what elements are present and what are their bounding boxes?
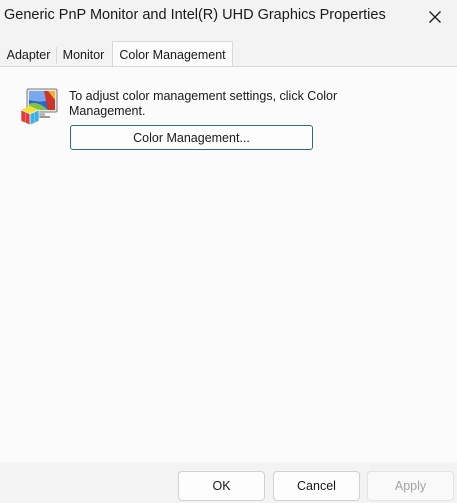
color-management-description: To adjust color management settings, cli… <box>69 89 338 118</box>
tab-adapter[interactable]: Adapter <box>2 45 55 65</box>
tab-color-management[interactable]: Color Management <box>112 41 233 67</box>
close-button[interactable] <box>413 0 457 33</box>
tab-monitor[interactable]: Monitor <box>57 45 110 65</box>
color-management-panel: To adjust color management settings, cli… <box>0 66 457 462</box>
close-icon <box>429 10 441 23</box>
apply-button[interactable]: Apply <box>367 471 454 501</box>
title-bar: Generic PnP Monitor and Intel(R) UHD Gra… <box>0 0 457 33</box>
window-title: Generic PnP Monitor and Intel(R) UHD Gra… <box>4 7 386 23</box>
color-management-button[interactable]: Color Management... <box>70 125 313 150</box>
ok-button[interactable]: OK <box>178 471 265 501</box>
cancel-button[interactable]: Cancel <box>273 471 360 501</box>
tab-strip: Adapter Monitor Color Management <box>0 33 457 67</box>
dialog-footer: OK Cancel Apply <box>0 462 457 503</box>
color-management-icon <box>20 88 58 126</box>
